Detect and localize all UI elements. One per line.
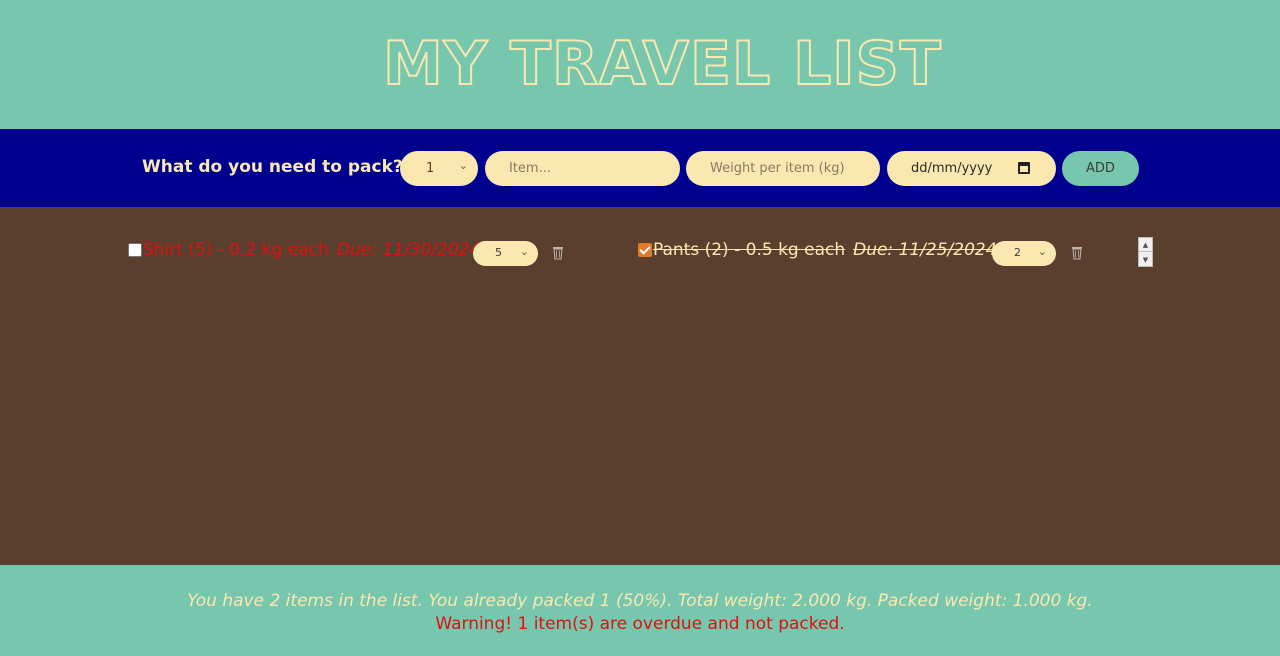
item-description: Shirt (5) - 0.2 kg each bbox=[143, 240, 329, 260]
form-label: What do you need to pack? bbox=[142, 157, 403, 177]
packed-checkbox[interactable] bbox=[638, 243, 652, 257]
item-label: Shirt (5) - 0.2 kg each Due: 11/30/2024 bbox=[143, 240, 480, 260]
weight-input[interactable]: Weight per item (kg) bbox=[686, 151, 880, 186]
app-header: MY TRAVEL LIST bbox=[0, 0, 1280, 129]
packing-list: Shirt (5) - 0.2 kg each Due: 11/30/2024 5… bbox=[0, 207, 1280, 565]
stats-footer: You have 2 items in the list. You alread… bbox=[0, 565, 1280, 656]
calendar-icon[interactable] bbox=[1018, 162, 1030, 174]
packed-checkbox[interactable] bbox=[128, 243, 142, 257]
chevron-down-icon: ⌄ bbox=[458, 159, 468, 172]
weight-input-placeholder: Weight per item (kg) bbox=[710, 161, 845, 176]
item-quantity-select[interactable]: 5 ⌄ bbox=[473, 241, 538, 266]
stats-text: You have 2 items in the list. You alread… bbox=[187, 591, 1093, 611]
item-quantity-value: 5 bbox=[495, 246, 502, 259]
quantity-select[interactable]: 1 ⌄ bbox=[400, 151, 478, 186]
item-label: Pants (2) - 0.5 kg each Due: 11/25/2024 bbox=[653, 240, 997, 260]
item-description: Pants (2) - 0.5 kg each bbox=[653, 240, 846, 260]
chevron-down-icon: ⌄ bbox=[1037, 245, 1047, 258]
list-scroller[interactable]: ▲ ▼ bbox=[1138, 237, 1153, 267]
due-date-input[interactable]: dd/mm/yyyy bbox=[887, 151, 1056, 186]
date-input-placeholder: dd/mm/yyyy bbox=[911, 161, 993, 176]
item-input-placeholder: Item... bbox=[509, 161, 551, 176]
add-item-form: What do you need to pack? 1 ⌄ Item... We… bbox=[0, 129, 1280, 207]
page-title: MY TRAVEL LIST bbox=[382, 29, 942, 99]
scroll-up-arrow-icon[interactable]: ▲ bbox=[1139, 238, 1152, 252]
chevron-down-icon: ⌄ bbox=[519, 245, 529, 258]
trash-icon[interactable] bbox=[552, 246, 564, 260]
add-button[interactable]: ADD bbox=[1062, 151, 1139, 186]
scroll-down-arrow-icon[interactable]: ▼ bbox=[1139, 253, 1152, 267]
item-due-date: Due: 11/30/2024 bbox=[336, 240, 481, 260]
item-quantity-select[interactable]: 2 ⌄ bbox=[992, 241, 1056, 266]
item-due-date: Due: 11/25/2024 bbox=[853, 240, 997, 260]
item-input[interactable]: Item... bbox=[485, 151, 680, 186]
item-quantity-value: 2 bbox=[1014, 246, 1021, 259]
quantity-select-value: 1 bbox=[426, 161, 435, 176]
overdue-warning: Warning! 1 item(s) are overdue and not p… bbox=[435, 614, 845, 634]
trash-icon[interactable] bbox=[1071, 246, 1083, 260]
